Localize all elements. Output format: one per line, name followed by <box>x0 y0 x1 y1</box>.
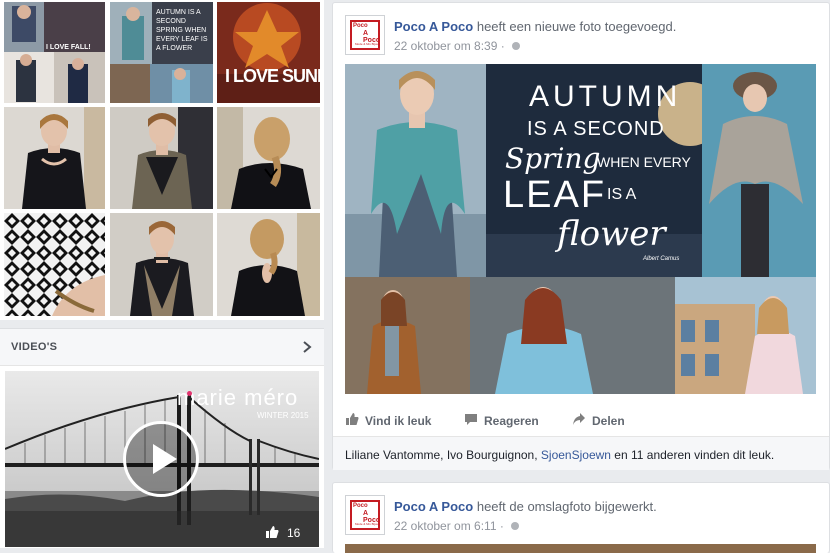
post-meta: 22 oktober om 8:39 · <box>394 39 521 53</box>
comment-button[interactable]: Reageren <box>465 414 539 428</box>
page-name-link[interactable]: Poco A Poco <box>394 19 473 34</box>
post-photo[interactable]: AUTUMN IS A SECOND Spring WHEN EVERY LEA… <box>345 64 816 394</box>
page-avatar[interactable]: Poco A Poco Mode & Mix Bijoux <box>345 495 385 535</box>
globe-icon <box>512 42 521 50</box>
photo-thumb-back-keyhole[interactable] <box>217 213 320 316</box>
videos-card: VIDEO'S marie méro WINTER 2015 16 <box>0 328 324 548</box>
post-header: Poco A Poco heeft de omslagfoto bijgewer… <box>394 499 657 514</box>
video-thumbnail[interactable]: marie méro WINTER 2015 16 <box>5 371 319 547</box>
photo-thumb-i-love-sunny[interactable]: I LOVE SUNNY <box>217 2 320 103</box>
avatar-line3: Mode & Mix Bijoux <box>355 42 380 46</box>
post-actions: Vind ik leuk Reageren Delen <box>333 406 829 436</box>
page-avatar[interactable]: Poco A Poco Mode & Mix Bijoux <box>345 15 385 55</box>
photo-thumb-black-top-front[interactable] <box>4 107 105 209</box>
cover-photo-preview[interactable] <box>345 544 816 553</box>
chevron-right-icon[interactable] <box>300 340 314 354</box>
avatar-line3: Mode & Mix Bijoux <box>355 522 380 526</box>
post-timestamp[interactable]: 22 oktober om 8:39 <box>394 39 497 53</box>
quote-spring: Spring <box>505 142 601 175</box>
thumb-caption-fall: I LOVE FALL! <box>46 44 91 51</box>
share-button[interactable]: Delen <box>573 413 625 428</box>
post-cover-photo: Poco A Poco Mode & Mix Bijoux Poco A Poc… <box>332 482 830 553</box>
post-new-photo: Poco A Poco Mode & Mix Bijoux Poco A Poc… <box>332 2 830 470</box>
thumb-caption-sunny: I LOVE SUNNY <box>225 66 320 86</box>
quote-is-a: IS A <box>607 186 637 203</box>
avatar-line1: Poco <box>353 503 368 509</box>
video-brand-text: marie méro <box>177 385 299 410</box>
photo-thumb-collage-1[interactable]: I LOVE FALL! <box>4 2 105 103</box>
photo-thumb-vest[interactable] <box>110 213 213 316</box>
photo-thumb-autumn[interactable]: AUTUMN IS A SECOND SPRING WHEN EVERY LEA… <box>110 2 213 103</box>
globe-icon <box>511 522 520 530</box>
photo-thumb-pattern-bracelet[interactable] <box>4 213 105 316</box>
like-label: Vind ik leuk <box>365 414 432 428</box>
post-timestamp[interactable]: 22 oktober om 6:11 <box>394 519 497 533</box>
post-meta: 22 oktober om 6:11 · <box>394 519 520 533</box>
thumbs-up-icon <box>266 526 279 538</box>
page-name-link[interactable]: Poco A Poco <box>394 499 473 514</box>
comment-label: Reageren <box>484 414 539 428</box>
videos-header[interactable]: VIDEO'S <box>0 329 324 366</box>
likers-names: Liliane Vantomme, Ivo Bourguignon, <box>345 448 541 462</box>
liker-link[interactable]: SjoenSjoewn <box>541 448 611 462</box>
photo-thumb-patterned-top[interactable] <box>110 107 213 209</box>
thumb-caption-autumn: AUTUMN IS A SECOND SPRING WHEN EVERY LEA… <box>156 9 208 52</box>
post-action-text: heeft een nieuwe foto toegevoegd. <box>476 19 677 34</box>
thumbs-up-icon <box>346 413 359 425</box>
photo-thumb-back-view[interactable] <box>217 107 320 209</box>
play-button[interactable] <box>123 421 199 497</box>
video-season-text: WINTER 2015 <box>257 411 309 420</box>
post-header: Poco A Poco heeft een nieuwe foto toegev… <box>394 19 676 34</box>
brand-dot <box>187 391 192 396</box>
quote-is-a-second: IS A SECOND <box>527 118 665 140</box>
quote-when-every: WHEN EVERY <box>597 154 691 170</box>
photos-card: I LOVE FALL! AUTUMN IS A SECOND SPRING W… <box>0 0 324 320</box>
videos-title: VIDEO'S <box>11 341 58 353</box>
avatar-line1: Poco <box>353 23 368 29</box>
quote-autumn: AUTUMN <box>529 80 682 113</box>
share-icon <box>573 413 585 425</box>
quote-leaf: LEAF <box>503 174 607 216</box>
comment-icon <box>465 414 477 425</box>
share-label: Delen <box>592 414 625 428</box>
like-button[interactable]: Vind ik leuk <box>346 413 432 428</box>
left-column: I LOVE FALL! AUTUMN IS A SECOND SPRING W… <box>0 0 324 548</box>
likes-rest: en 11 anderen vinden dit leuk. <box>610 448 775 462</box>
post-action-text: heeft de omslagfoto bijgewerkt. <box>476 499 657 514</box>
quote-author: Albert Camus <box>643 256 680 262</box>
play-icon <box>153 444 177 474</box>
likes-summary: Liliane Vantomme, Ivo Bourguignon, Sjoen… <box>333 436 829 470</box>
quote-flower: flower <box>557 214 666 254</box>
video-like-count: 16 <box>287 526 301 540</box>
